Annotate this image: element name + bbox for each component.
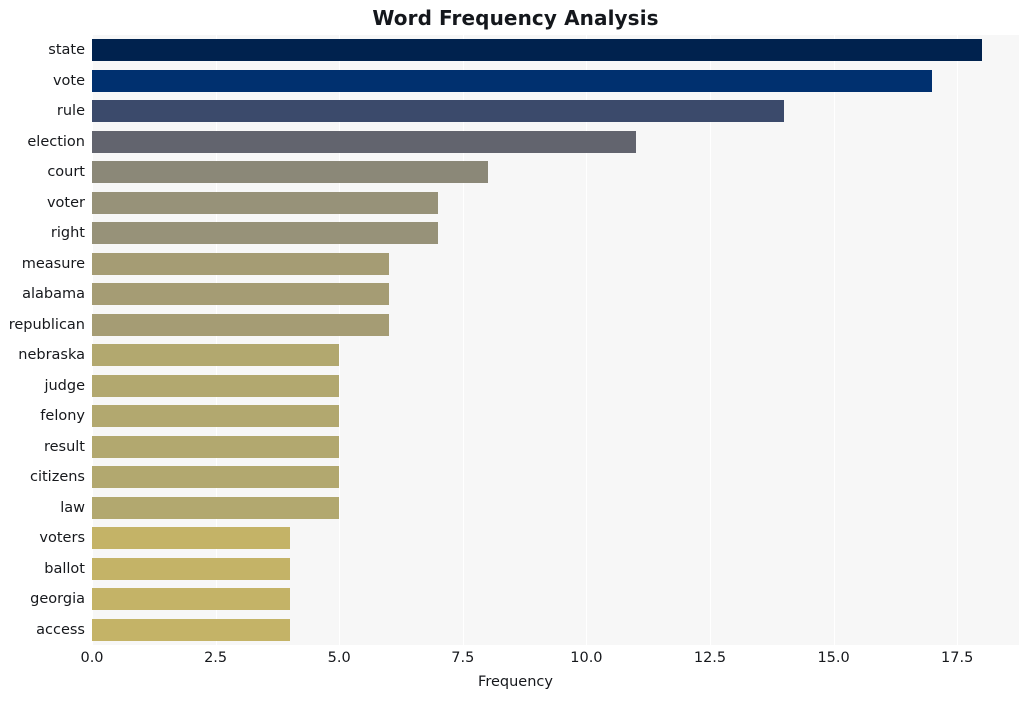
y-tick-label-election: election [27, 133, 85, 150]
word-frequency-chart: Word Frequency Analysis state vote rule ele… [0, 0, 1031, 701]
bar-vote[interactable] [92, 69, 933, 92]
bar-georgia[interactable] [92, 588, 290, 611]
x-tick-label-12.5: 12.5 [693, 650, 727, 666]
y-tick-label-right: right [50, 225, 85, 242]
y-tick-label-judge: judge [44, 377, 85, 394]
x-tick-label-10.0: 10.0 [570, 650, 603, 666]
bar-citizens[interactable] [92, 466, 340, 489]
bar-voters[interactable] [92, 527, 290, 550]
bar-alabama[interactable] [92, 283, 389, 306]
bar-measure[interactable] [92, 252, 389, 275]
y-tick-label-alabama: alabama [22, 286, 85, 303]
x-axis-title: Frequency [478, 674, 553, 690]
bar-republican[interactable] [92, 313, 389, 336]
y-tick-label-citizens: citizens [30, 469, 85, 486]
bar-court[interactable] [92, 161, 488, 184]
x-tick-label-0.0: 0.0 [80, 650, 104, 666]
bar-voter[interactable] [92, 191, 439, 214]
bars-layer [92, 35, 1019, 645]
x-tick-label-15.0: 15.0 [817, 650, 850, 666]
y-tick-label-voter: voter [46, 194, 85, 211]
y-tick-label-vote: vote [52, 72, 85, 89]
bar-law[interactable] [92, 496, 340, 519]
y-tick-label-nebraska: nebraska [18, 347, 85, 364]
y-tick-label-law: law [60, 499, 85, 516]
y-axis-tick-labels: state vote rule election court voter right meas… [0, 35, 85, 645]
x-axis-tick-labels: 0.0 2.5 5.0 7.5 10.0 12.5 15.0 17.5 [0, 650, 1031, 672]
y-tick-label-state: state [48, 42, 85, 59]
bar-state[interactable] [92, 39, 982, 62]
y-tick-label-measure: measure [21, 255, 85, 272]
y-tick-label-court: court [47, 164, 85, 181]
x-tick-label-17.5: 17.5 [941, 650, 974, 666]
chart-title: Word Frequency Analysis [372, 6, 659, 30]
bar-judge[interactable] [92, 374, 340, 397]
y-tick-label-voters: voters [39, 530, 85, 547]
y-tick-label-georgia: georgia [30, 591, 85, 608]
x-tick-label-2.5: 2.5 [204, 650, 228, 666]
bar-ballot[interactable] [92, 557, 290, 580]
bar-rule[interactable] [92, 100, 785, 123]
y-tick-label-access: access [36, 621, 85, 638]
bar-felony[interactable] [92, 405, 340, 428]
bar-election[interactable] [92, 130, 636, 153]
y-tick-label-felony: felony [40, 408, 85, 425]
y-tick-label-rule: rule [56, 103, 85, 120]
bar-access[interactable] [92, 618, 290, 641]
bar-result[interactable] [92, 435, 340, 458]
plot-area [92, 35, 1019, 645]
y-tick-label-result: result [43, 438, 85, 455]
x-tick-label-7.5: 7.5 [451, 650, 475, 666]
y-tick-label-ballot: ballot [44, 560, 85, 577]
bar-right[interactable] [92, 222, 439, 245]
x-tick-label-5.0: 5.0 [327, 650, 351, 666]
bar-nebraska[interactable] [92, 344, 340, 367]
y-tick-label-republican: republican [8, 316, 85, 333]
